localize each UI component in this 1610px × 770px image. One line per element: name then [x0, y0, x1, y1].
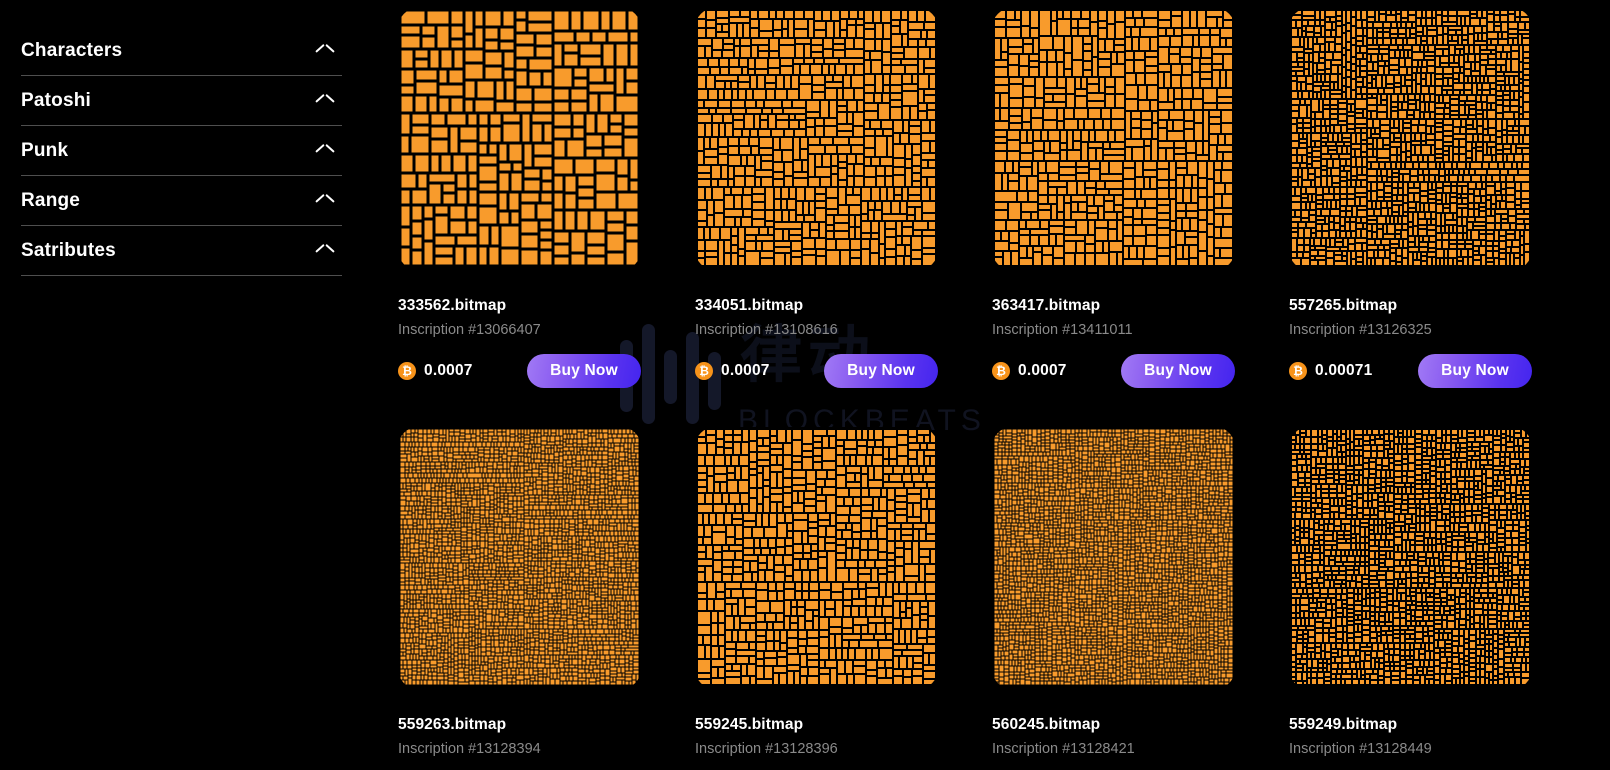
- inscription-number: Inscription #13411011: [992, 322, 1133, 338]
- bitmap-art-thumbnail[interactable]: [398, 427, 641, 689]
- bitmap-card[interactable]: 363417.bitmap Inscription #13411011 ₿ 0.000…: [992, 8, 1248, 388]
- bitcoin-icon: ₿: [992, 362, 1010, 380]
- buy-now-button[interactable]: Buy Now: [1418, 354, 1532, 388]
- sidebar-item-patoshi[interactable]: Patoshi: [21, 76, 342, 126]
- bitmap-card[interactable]: 557265.bitmap Inscription #13126325 ₿ 0.000…: [1289, 8, 1545, 388]
- chevron-up-icon[interactable]: [316, 195, 334, 207]
- sidebar-item-satributes[interactable]: Satributes: [21, 226, 342, 276]
- inscription-number: Inscription #13128396: [695, 741, 838, 757]
- bitmap-card[interactable]: 334051.bitmap Inscription #13108616 ₿ 0.000…: [695, 8, 951, 388]
- sidebar-item-range[interactable]: Range: [21, 176, 342, 226]
- filter-sidebar: Characters Patoshi Punk Range Satributes: [0, 0, 362, 770]
- buy-now-button[interactable]: Buy Now: [824, 354, 938, 388]
- bitmap-name: 334051.bitmap: [695, 297, 804, 314]
- bitmap-card[interactable]: 559249.bitmap Inscription #13128449: [1289, 427, 1545, 757]
- bitmap-marketplace-page: 律动 BLOCKBEATS Characters Patoshi Punk Ra…: [0, 0, 1610, 770]
- sidebar-item-characters[interactable]: Characters: [21, 26, 342, 76]
- bitmap-art-thumbnail[interactable]: [695, 8, 938, 270]
- sidebar-item-label: Range: [21, 189, 81, 211]
- chevron-up-icon[interactable]: [316, 45, 334, 57]
- bitmap-name: 560245.bitmap: [992, 716, 1101, 733]
- sidebar-item-label: Characters: [21, 39, 123, 61]
- chevron-up-icon[interactable]: [316, 245, 334, 257]
- bitmap-art-thumbnail[interactable]: [1289, 8, 1532, 270]
- bitmap-name: 333562.bitmap: [398, 297, 507, 314]
- sidebar-item-label: Punk: [21, 139, 69, 161]
- inscription-number: Inscription #13126325: [1289, 322, 1432, 338]
- price-value: 0.0007: [1018, 362, 1067, 379]
- card-footer: ₿ 0.0007 Buy Now: [695, 354, 938, 388]
- bitmap-card[interactable]: 559245.bitmap Inscription #13128396: [695, 427, 951, 757]
- price-group: ₿ 0.00071: [1289, 362, 1372, 380]
- bitmap-card[interactable]: 559263.bitmap Inscription #13128394: [398, 427, 654, 757]
- bitmap-name: 557265.bitmap: [1289, 297, 1398, 314]
- bitmap-name: 559245.bitmap: [695, 716, 804, 733]
- bitmap-card[interactable]: 333562.bitmap Inscription #13066407 ₿ 0.000…: [398, 8, 654, 388]
- inscription-number: Inscription #13108616: [695, 322, 838, 338]
- bitmap-art-thumbnail[interactable]: [695, 427, 938, 689]
- bitmap-art-thumbnail[interactable]: [992, 8, 1235, 270]
- buy-now-button[interactable]: Buy Now: [1121, 354, 1235, 388]
- sidebar-item-punk[interactable]: Punk: [21, 126, 342, 176]
- price-value: 0.0007: [721, 362, 770, 379]
- bitmap-card[interactable]: 560245.bitmap Inscription #13128421: [992, 427, 1248, 757]
- price-group: ₿ 0.0007: [398, 362, 473, 380]
- chevron-up-icon[interactable]: [316, 145, 334, 157]
- bitmap-art-thumbnail[interactable]: [992, 427, 1235, 689]
- card-footer: ₿ 0.0007 Buy Now: [398, 354, 641, 388]
- bitcoin-icon: ₿: [695, 362, 713, 380]
- bitmap-name: 559249.bitmap: [1289, 716, 1398, 733]
- bitmap-card-grid: 333562.bitmap Inscription #13066407 ₿ 0.000…: [390, 0, 1610, 770]
- card-footer: ₿ 0.0007 Buy Now: [992, 354, 1235, 388]
- price-value: 0.0007: [424, 362, 473, 379]
- sidebar-item-label: Patoshi: [21, 89, 92, 111]
- card-footer: ₿ 0.00071 Buy Now: [1289, 354, 1532, 388]
- bitmap-name: 363417.bitmap: [992, 297, 1101, 314]
- inscription-number: Inscription #13066407: [398, 322, 541, 338]
- price-group: ₿ 0.0007: [695, 362, 770, 380]
- sidebar-item-label: Satributes: [21, 239, 116, 261]
- inscription-number: Inscription #13128449: [1289, 741, 1432, 757]
- bitcoin-icon: ₿: [398, 362, 416, 380]
- bitmap-name: 559263.bitmap: [398, 716, 507, 733]
- bitmap-art-thumbnail[interactable]: [398, 8, 641, 270]
- bitcoin-icon: ₿: [1289, 362, 1307, 380]
- buy-now-button[interactable]: Buy Now: [527, 354, 641, 388]
- price-group: ₿ 0.0007: [992, 362, 1067, 380]
- inscription-number: Inscription #13128394: [398, 741, 541, 757]
- price-value: 0.00071: [1315, 362, 1373, 379]
- chevron-up-icon[interactable]: [316, 95, 334, 107]
- bitmap-art-thumbnail[interactable]: [1289, 427, 1532, 689]
- inscription-number: Inscription #13128421: [992, 741, 1135, 757]
